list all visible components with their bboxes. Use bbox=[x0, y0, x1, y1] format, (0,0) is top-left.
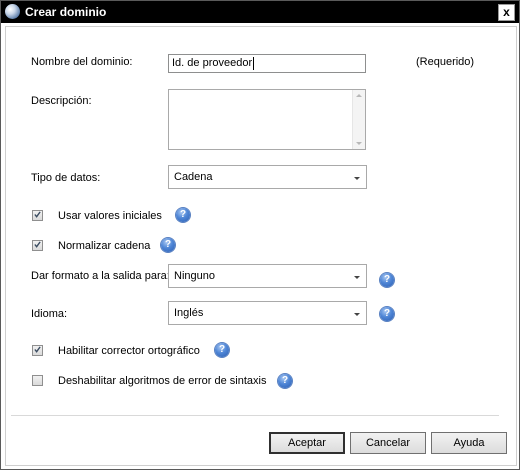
divider bbox=[11, 415, 499, 416]
data-type-value: Cadena bbox=[174, 171, 213, 183]
checkmark-icon bbox=[34, 211, 41, 218]
close-button[interactable]: x bbox=[498, 4, 515, 21]
normalize-string-checkbox[interactable] bbox=[32, 240, 43, 251]
checkmark-icon bbox=[34, 241, 41, 248]
disable-syntax-error-label: Deshabilitar algoritmos de error de sint… bbox=[58, 375, 267, 387]
help-icon[interactable]: ? bbox=[161, 238, 175, 252]
ok-button[interactable]: Aceptar bbox=[269, 432, 345, 454]
output-format-value: Ninguno bbox=[174, 270, 215, 282]
checkmark-icon bbox=[34, 346, 41, 353]
language-select[interactable]: Inglés bbox=[168, 301, 367, 325]
help-button[interactable]: Ayuda bbox=[431, 432, 507, 454]
help-icon[interactable]: ? bbox=[380, 273, 394, 287]
data-type-select[interactable]: Cadena bbox=[168, 165, 367, 189]
help-icon[interactable]: ? bbox=[380, 307, 394, 321]
chevron-down-icon bbox=[354, 276, 360, 279]
language-label: Idioma: bbox=[31, 308, 68, 320]
description-textarea[interactable] bbox=[168, 89, 366, 150]
data-type-label: Tipo de datos: bbox=[31, 172, 101, 184]
domain-name-input[interactable]: Id. de proveedor bbox=[168, 54, 366, 73]
domain-name-value: Id. de proveedor bbox=[172, 57, 253, 69]
app-globe-icon bbox=[5, 4, 20, 19]
chevron-down-icon bbox=[354, 177, 360, 180]
disable-syntax-error-checkbox[interactable] bbox=[32, 375, 43, 386]
language-value: Inglés bbox=[174, 307, 204, 319]
scroll-up-icon[interactable] bbox=[356, 94, 362, 97]
scroll-down-icon[interactable] bbox=[356, 142, 362, 145]
cancel-button[interactable]: Cancelar bbox=[350, 432, 426, 454]
output-format-select[interactable]: Ninguno bbox=[168, 264, 367, 288]
help-icon[interactable]: ? bbox=[278, 374, 292, 388]
output-format-label: Dar formato a la salida para: bbox=[31, 270, 170, 282]
dialog-title: Crear dominio bbox=[25, 5, 107, 19]
spell-checker-checkbox[interactable] bbox=[32, 345, 43, 356]
chevron-down-icon bbox=[354, 313, 360, 316]
domain-name-label: Nombre del dominio: bbox=[31, 56, 133, 68]
create-domain-dialog: Crear dominio x Nombre del dominio: Id. … bbox=[0, 0, 520, 470]
help-icon[interactable]: ? bbox=[215, 343, 229, 357]
spell-checker-label: Habilitar corrector ortográfico bbox=[58, 345, 200, 357]
help-icon[interactable]: ? bbox=[176, 208, 190, 222]
required-note: (Requerido) bbox=[416, 56, 475, 68]
use-initial-values-label: Usar valores iniciales bbox=[58, 210, 162, 222]
description-label: Descripción: bbox=[31, 95, 92, 107]
title-bar: Crear dominio x bbox=[1, 1, 519, 23]
use-initial-values-checkbox[interactable] bbox=[32, 210, 43, 221]
description-scrollbar[interactable] bbox=[352, 90, 365, 149]
normalize-string-label: Normalizar cadena bbox=[58, 240, 151, 252]
text-cursor bbox=[253, 56, 255, 70]
